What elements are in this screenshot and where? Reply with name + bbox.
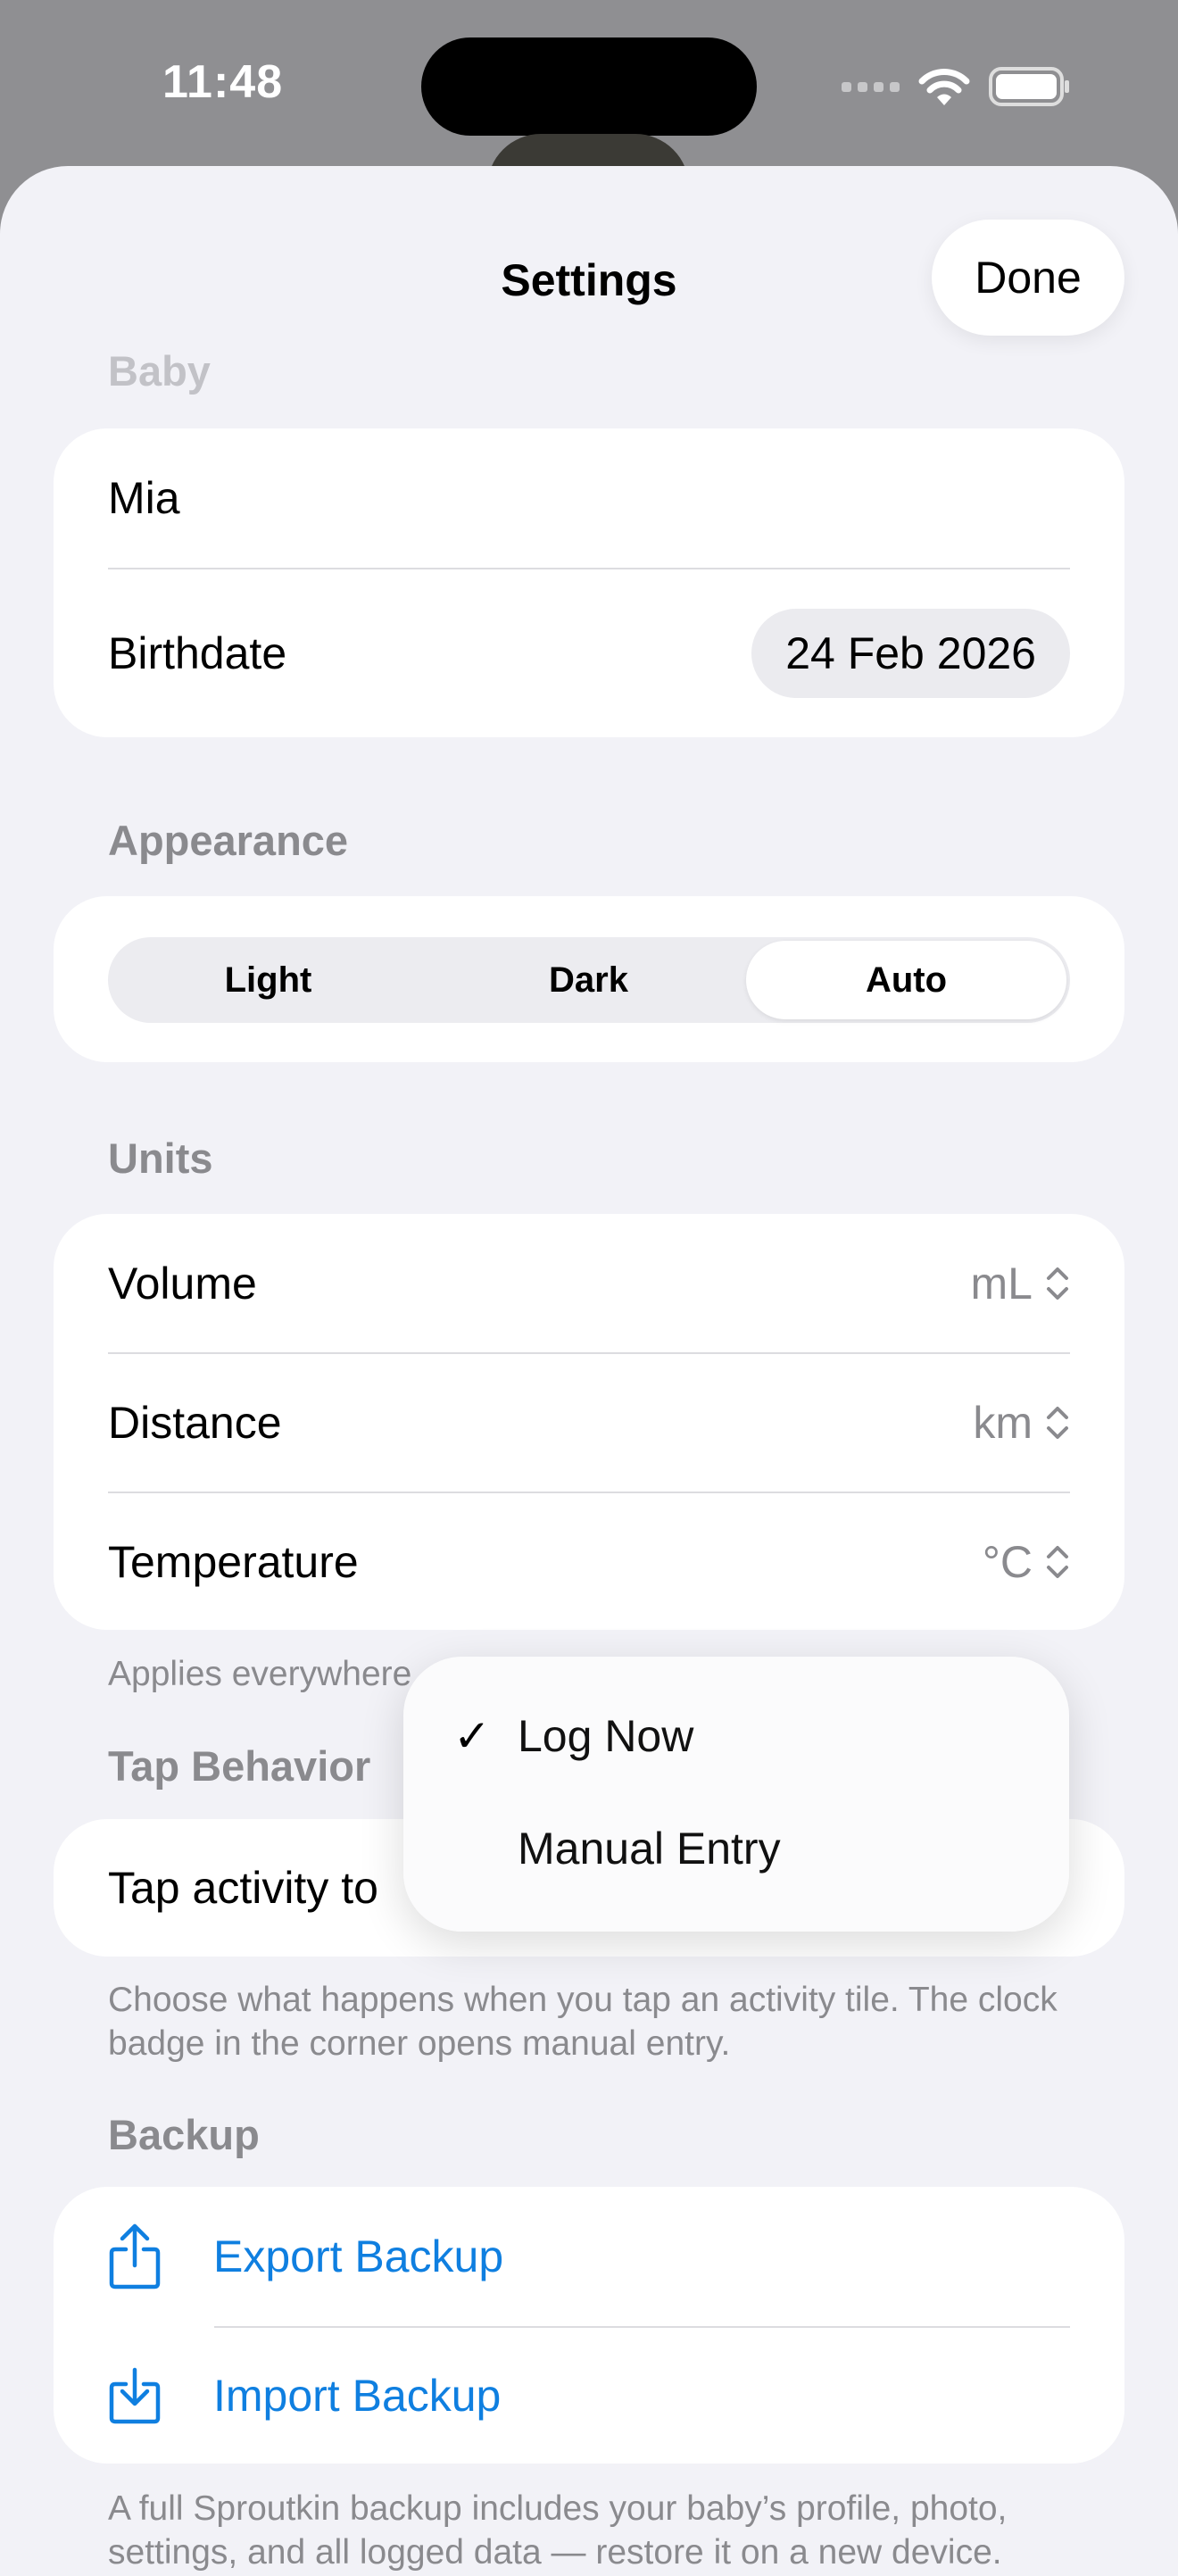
chevron-updown-icon <box>1047 1545 1068 1578</box>
import-backup-button[interactable]: Import Backup <box>54 2328 1124 2464</box>
unit-value: mL <box>970 1258 1033 1309</box>
done-button[interactable]: Done <box>932 220 1124 336</box>
share-export-icon <box>109 2223 161 2289</box>
wifi-icon <box>918 69 970 105</box>
menu-item-log-now[interactable]: Log Now <box>518 1710 693 1762</box>
import-backup-label: Import Backup <box>213 2371 502 2421</box>
section-header-units: Units <box>108 1134 213 1182</box>
unit-label: Temperature <box>108 1536 359 1587</box>
unit-row-distance[interactable]: Distance km <box>108 1354 1070 1492</box>
birthdate-picker[interactable]: 24 Feb 2026 <box>751 609 1070 698</box>
appearance-card: Light Dark Auto <box>54 896 1124 1062</box>
backup-footer: A full Sproutkin backup includes your ba… <box>108 2489 1008 2572</box>
unit-row-temperature[interactable]: Temperature °C <box>108 1493 1070 1630</box>
unit-label: Volume <box>108 1258 257 1309</box>
export-backup-button[interactable]: Export Backup <box>54 2187 1124 2326</box>
unit-row-volume[interactable]: Volume mL <box>108 1214 1070 1352</box>
units-card: Volume mL Distance km Temperature °C <box>54 1214 1124 1630</box>
appearance-segmented-control: Light Dark Auto <box>108 937 1070 1023</box>
tap-activity-label: Tap activity to <box>108 1863 378 1913</box>
chevron-updown-icon <box>1047 1407 1068 1439</box>
section-header-tap-behavior: Tap Behavior <box>108 1742 371 1790</box>
export-backup-label: Export Backup <box>213 2231 504 2281</box>
appearance-option-light[interactable]: Light <box>108 937 428 1023</box>
status-indicators <box>842 62 1071 111</box>
baby-name-field[interactable]: Mia <box>108 472 180 524</box>
signal-icon <box>842 81 900 92</box>
dynamic-island <box>421 37 757 136</box>
tap-behavior-footer: Choose what happens when you tap an acti… <box>108 1981 1058 2063</box>
section-header-baby: Baby <box>108 347 211 395</box>
status-time: 11:48 <box>162 56 284 108</box>
section-header-appearance: Appearance <box>108 817 349 864</box>
appearance-option-auto[interactable]: Auto <box>746 941 1066 1019</box>
import-tray-icon <box>109 2367 161 2424</box>
appearance-option-dark[interactable]: Dark <box>428 937 749 1023</box>
baby-card: Mia Birthdate 24 Feb 2026 <box>54 428 1124 737</box>
chevron-updown-icon <box>1047 1267 1068 1300</box>
unit-value: °C <box>982 1536 1033 1587</box>
baby-name-row[interactable]: Mia <box>108 428 1070 568</box>
settings-sheet: Settings Done Baby Mia Birthdate 24 Feb … <box>0 166 1178 2576</box>
section-header-backup: Backup <box>108 2111 260 2158</box>
checkmark-icon: ✓ <box>453 1711 491 1761</box>
battery-icon <box>989 67 1069 106</box>
menu-item-manual-entry[interactable]: Manual Entry <box>518 1823 781 1874</box>
backup-card: Export Backup Import Backup <box>54 2187 1124 2464</box>
tap-behavior-menu: ✓ Log Now Manual Entry <box>403 1657 1069 1932</box>
unit-label: Distance <box>108 1398 282 1448</box>
unit-value: km <box>973 1398 1033 1448</box>
birthdate-row: Birthdate 24 Feb 2026 <box>108 569 1070 737</box>
birthdate-label: Birthdate <box>108 628 287 678</box>
